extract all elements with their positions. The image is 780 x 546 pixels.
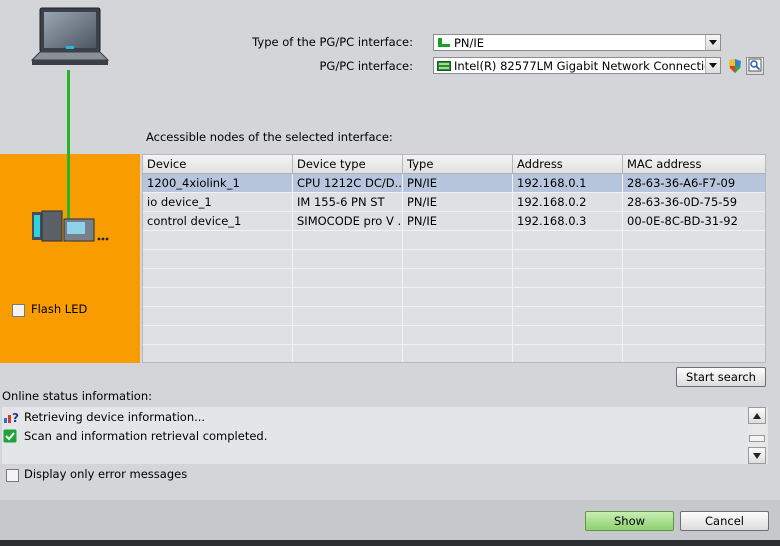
- empty-row: [143, 326, 765, 345]
- scroll-down-button[interactable]: [748, 447, 766, 464]
- chevron-down-icon[interactable]: [705, 35, 720, 50]
- magnifier-icon: [748, 58, 762, 75]
- chevron-down-icon[interactable]: [705, 58, 720, 73]
- cell-address: 192.168.0.2: [513, 193, 623, 211]
- table-header: Device Device type Type Address MAC addr…: [143, 155, 765, 174]
- show-label: Show: [613, 514, 646, 528]
- window-bottom-edge: [0, 540, 780, 546]
- column-header-address[interactable]: Address: [513, 155, 623, 173]
- start-search-label: Start search: [686, 370, 756, 384]
- status-message-text: Retrieving device information...: [24, 409, 206, 424]
- status-message-list: ? Retrieving device information... Scan …: [2, 407, 768, 464]
- interface-type-value: PN/IE: [454, 35, 485, 50]
- cell-mac: 00-0E-8C-BD-31-92: [627, 214, 738, 228]
- column-header-type[interactable]: Type: [403, 155, 513, 173]
- cell-device: control device_1: [143, 212, 293, 230]
- cell-mac: 28-63-36-0D-75-59: [627, 195, 738, 209]
- empty-row: [143, 231, 765, 250]
- status-message: ? Retrieving device information...: [2, 407, 746, 426]
- cell-type: PN/IE: [403, 174, 513, 192]
- scroll-up-button[interactable]: [748, 407, 766, 424]
- svg-text:?: ?: [12, 411, 19, 424]
- cell-device-type: CPU 1212C DC/D...: [293, 174, 403, 192]
- cell-device: io device_1: [143, 193, 293, 211]
- interface-type-label: Type of the PG/PC interface:: [252, 35, 413, 49]
- cancel-label: Cancel: [705, 514, 744, 528]
- show-button[interactable]: Show: [585, 511, 674, 531]
- cell-device: 1200_4xiolink_1: [143, 174, 293, 192]
- cell-type: PN/IE: [403, 212, 513, 230]
- status-message: Scan and information retrieval completed…: [2, 426, 746, 445]
- pgpc-interface-dropdown[interactable]: Intel(R) 82577LM Gigabit Network Connect…: [433, 57, 721, 74]
- interface-type-dropdown[interactable]: PN/IE: [433, 34, 721, 51]
- check-icon: [3, 429, 19, 443]
- cell-address: 192.168.0.3: [513, 212, 623, 230]
- online-status-label: Online status information:: [2, 389, 152, 403]
- cell-address: 192.168.0.1: [513, 174, 623, 192]
- cancel-button[interactable]: Cancel: [680, 511, 769, 531]
- empty-row: [143, 345, 765, 362]
- table-row[interactable]: io device_1 IM 155-6 PN ST PN/IE 192.168…: [143, 193, 765, 212]
- table-row[interactable]: control device_1 SIMOCODE pro V ... PN/I…: [143, 212, 765, 231]
- status-message-text: Scan and information retrieval completed…: [24, 428, 268, 443]
- accessible-nodes-label: Accessible nodes of the selected interfa…: [146, 130, 393, 144]
- network-query-icon: ?: [3, 410, 19, 425]
- start-search-button[interactable]: Start search: [676, 367, 766, 387]
- pgpc-interface-value: Intel(R) 82577LM Gigabit Network Connect…: [454, 58, 705, 73]
- table-row[interactable]: 1200_4xiolink_1 CPU 1212C DC/D... PN/IE …: [143, 174, 765, 193]
- column-header-device-type[interactable]: Device type: [293, 155, 403, 173]
- display-errors-label: Display only error messages: [24, 467, 188, 481]
- flash-led-label: Flash LED: [31, 302, 88, 316]
- nodes-table: Device Device type Type Address MAC addr…: [142, 154, 766, 363]
- cell-type: PN/IE: [403, 193, 513, 211]
- empty-row: [143, 307, 765, 326]
- empty-row: [143, 250, 765, 269]
- cell-device-type: IM 155-6 PN ST: [293, 193, 403, 211]
- status-scrollbar[interactable]: [748, 407, 766, 464]
- scroll-thumb[interactable]: [749, 435, 765, 442]
- shield-icon[interactable]: [726, 57, 744, 75]
- cell-device-type: SIMOCODE pro V ...: [293, 212, 403, 230]
- pgpc-interface-label: PG/PC interface:: [319, 59, 413, 73]
- column-header-device[interactable]: Device: [143, 155, 293, 173]
- network-card-icon: [437, 60, 451, 72]
- cell-mac: 28-63-36-A6-F7-09: [627, 176, 736, 190]
- empty-row: [143, 288, 765, 307]
- device-visual-panel: [0, 154, 140, 363]
- empty-row: [143, 269, 765, 288]
- pgpc-laptop-icon: [30, 6, 110, 72]
- properties-search-button[interactable]: [746, 57, 764, 75]
- flash-led-checkbox[interactable]: [12, 304, 25, 317]
- plc-station-icon: [30, 210, 110, 244]
- display-errors-checkbox[interactable]: [6, 469, 19, 482]
- column-header-mac-address[interactable]: MAC address: [623, 155, 765, 173]
- network-plug-icon: [437, 37, 451, 49]
